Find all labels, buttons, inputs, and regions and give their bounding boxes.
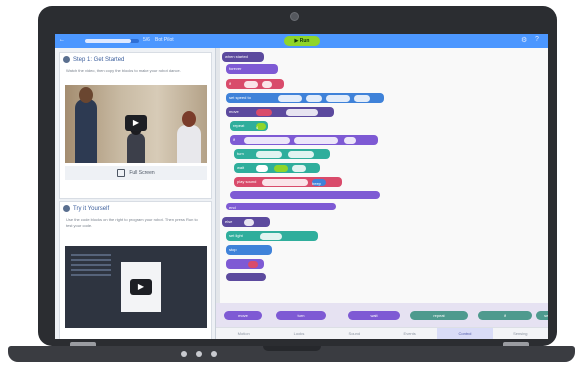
code-block[interactable]: forever xyxy=(226,64,278,74)
card-title: Try it Yourself xyxy=(63,205,109,212)
code-block[interactable] xyxy=(226,273,266,281)
video-person xyxy=(75,99,97,163)
category-tabs: Motion Looks Sound Events Control Sensin… xyxy=(216,327,548,339)
palette-block[interactable]: wait xyxy=(348,311,400,320)
code-block[interactable]: if xyxy=(226,79,284,89)
top-bar: ← 5/6 Bot Pilot ▶ Run ⚙ ? xyxy=(55,34,548,48)
code-block[interactable] xyxy=(226,259,264,269)
video-person xyxy=(177,125,201,163)
code-block[interactable]: move forward xyxy=(226,107,334,117)
code-block[interactable]: set speed to 100 xyxy=(226,93,384,103)
code-workspace[interactable]: when started forever if set speed to 100… xyxy=(216,48,548,339)
palette-block[interactable]: move xyxy=(224,311,262,320)
arrow-left-icon[interactable]: ← xyxy=(59,37,65,43)
tab-sound[interactable]: Sound xyxy=(327,328,382,339)
block-palette: move turn wait repeat if set light xyxy=(216,303,548,327)
code-block[interactable]: wait 1 xyxy=(234,163,320,173)
code-block[interactable]: set light on xyxy=(226,231,318,241)
intro-video[interactable]: ▶ xyxy=(65,85,207,163)
card-description: Use the code blocks on the right to prog… xyxy=(66,217,198,228)
tab-control[interactable]: Control xyxy=(437,328,493,339)
lesson-progress xyxy=(85,39,139,43)
status-lights xyxy=(181,351,217,357)
tab-motion[interactable]: Motion xyxy=(216,328,271,339)
lesson-panel: Step 1: Get Started Watch the video, the… xyxy=(55,48,216,339)
tab-sensing[interactable]: Sensing xyxy=(493,328,548,339)
lesson-step-icon xyxy=(63,56,70,63)
palette-block[interactable]: set light xyxy=(536,311,548,320)
code-block[interactable]: if xyxy=(230,135,378,145)
fullscreen-label: Full Screen xyxy=(129,170,155,176)
play-icon[interactable]: ▶ xyxy=(125,115,147,131)
fullscreen-button[interactable]: Full Screen xyxy=(65,166,207,180)
tab-looks[interactable]: Looks xyxy=(271,328,326,339)
code-block[interactable]: turn left xyxy=(234,149,330,159)
card-title: Step 1: Get Started xyxy=(63,56,124,63)
code-block[interactable]: when started xyxy=(222,52,264,62)
lesson-progress-fill xyxy=(85,39,131,43)
palette-block[interactable]: repeat xyxy=(410,311,468,320)
run-button[interactable]: ▶ Run xyxy=(284,36,320,46)
lesson-card-intro: Step 1: Get Started Watch the video, the… xyxy=(59,52,212,199)
code-block[interactable]: stop xyxy=(226,245,272,255)
code-block[interactable]: play sound beep xyxy=(234,177,342,187)
fullscreen-icon xyxy=(117,169,126,177)
lesson-step-icon xyxy=(63,205,70,212)
palette-block[interactable]: turn xyxy=(276,311,326,320)
gear-icon[interactable]: ⚙ xyxy=(521,36,527,44)
code-block[interactable] xyxy=(230,191,380,199)
project-label: Bot Pilot xyxy=(155,37,174,43)
screen: ← 5/6 Bot Pilot ▶ Run ⚙ ? Step 1: Get St… xyxy=(55,34,548,339)
play-icon[interactable]: ▶ xyxy=(130,279,152,295)
card-description: Watch the video, then copy the blocks to… xyxy=(66,68,181,73)
lesson-card-practice: Try it Yourself Use the code blocks on t… xyxy=(59,201,212,339)
code-block[interactable]: repeat 4 xyxy=(230,121,268,131)
palette-block[interactable]: if xyxy=(478,311,532,320)
tab-events[interactable]: Events xyxy=(382,328,437,339)
code-block[interactable]: end xyxy=(226,203,336,210)
laptop-notch xyxy=(263,346,321,351)
card-title-text: Step 1: Get Started xyxy=(73,56,125,63)
code-block[interactable]: else xyxy=(222,217,270,227)
video-thumbnail: ▶ xyxy=(121,262,161,312)
help-icon[interactable]: ? xyxy=(535,36,539,43)
video-person xyxy=(127,133,145,163)
step-label: 5/6 xyxy=(143,37,150,43)
camera-icon xyxy=(290,12,299,21)
card-title-text: Try it Yourself xyxy=(73,205,110,212)
practice-video[interactable]: ▶ xyxy=(65,246,207,328)
